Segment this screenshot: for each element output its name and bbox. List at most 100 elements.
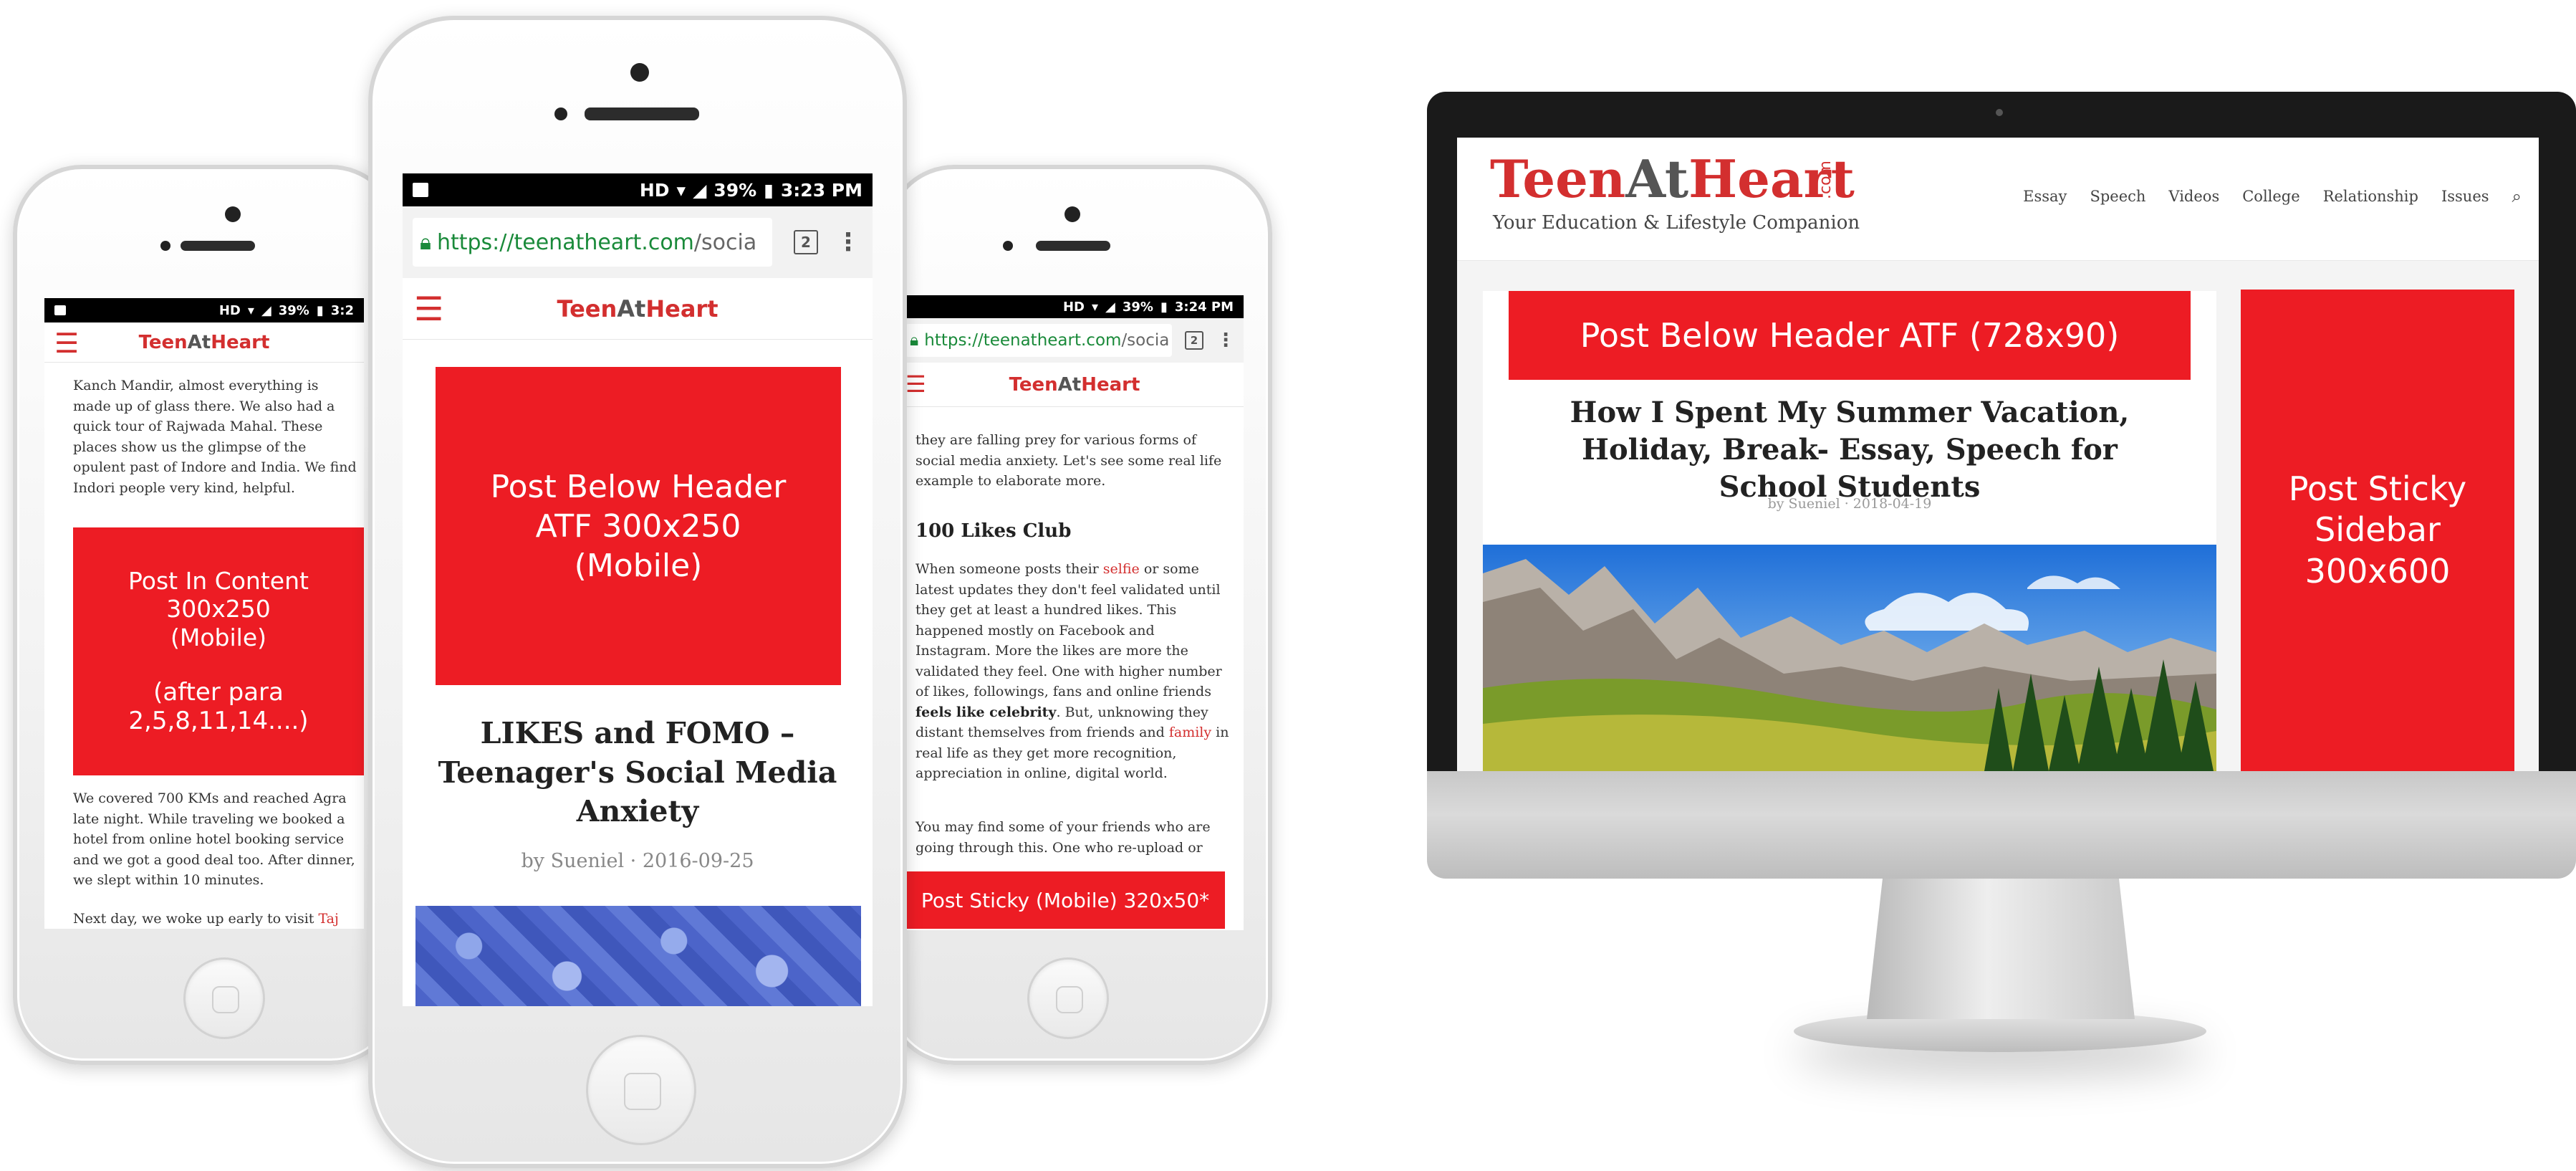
nav-item-college[interactable]: College [2242, 188, 2299, 205]
ad-line: (Mobile) [170, 623, 266, 651]
battery-icon: ▮ [1160, 299, 1168, 315]
monitor-chin [1427, 771, 2576, 879]
lock-icon: 🔒︎ [910, 331, 919, 350]
phone-right-screen: HD ▾ ◢ 39% ▮ 3:24 PM 🔒︎ https://teenathe… [905, 295, 1244, 930]
sticky-sidebar-ad[interactable]: Post Sticky Sidebar 300x600 [2241, 290, 2514, 771]
battery-icon: ▮ [316, 302, 324, 318]
battery-percent: 39% [713, 179, 757, 201]
desktop-header: TeenAtHeart .com Your Education & Lifest… [1457, 138, 2539, 261]
phone-center-sensor [554, 107, 567, 120]
ad-line: ATF 300x250 [535, 507, 741, 545]
article-link[interactable]: Taj [318, 911, 338, 927]
ad-line: Post Below Header [490, 468, 787, 505]
article-paragraph: You may find some of your friends who ar… [915, 819, 1211, 856]
phone-right-sensor [1003, 241, 1013, 251]
battery-icon: ▮ [764, 179, 774, 201]
signal-icon: ◢ [1105, 299, 1115, 315]
more-menu-icon[interactable]: ⋮ [1215, 330, 1236, 351]
site-brand[interactable]: TeenAtHeart [1009, 374, 1140, 396]
article-paragraph: Kanch Mandir, almost everything is made … [73, 378, 357, 496]
nav-item-videos[interactable]: Videos [2168, 188, 2219, 205]
ad-line: 300x250 [166, 595, 271, 623]
status-time: 3:24 PM [1174, 299, 1234, 315]
nav-item-issues[interactable]: Issues [2441, 188, 2489, 205]
below-header-mobile-ad[interactable]: Post Below Header ATF 300x250 (Mobile) [436, 367, 841, 685]
featured-image-mountains [1483, 545, 2216, 771]
ad-line: Sidebar [2315, 510, 2441, 550]
hd-icon: HD [1062, 299, 1085, 315]
article-paragraph: We covered 700 KMs and reached Agra late… [73, 790, 355, 888]
phone-left-camera [225, 206, 241, 222]
ad-line: Post Sticky [2288, 469, 2467, 508]
site-logo[interactable]: TeenAtHeart [1490, 153, 1855, 205]
wifi-icon: ▾ [1091, 299, 1098, 315]
phone-left-screen: HD ▾ ◢ 39% ▮ 3:2 ☰ TeenAtHeart Kanch Man… [44, 298, 364, 929]
desktop-screen: TeenAtHeart .com Your Education & Lifest… [1457, 138, 2539, 771]
phone-right-browser-bar: 🔒︎ https://teenatheart.com/socia 2 ⋮ [905, 318, 1244, 363]
menu-icon[interactable]: ☰ [414, 292, 443, 325]
article-link[interactable]: selfie [1103, 561, 1140, 577]
section-heading: 100 Likes Club [915, 520, 1072, 542]
ad-line: (Mobile) [574, 547, 703, 584]
more-menu-icon[interactable]: ⋮ [834, 228, 862, 257]
nav-item-speech[interactable]: Speech [2090, 188, 2145, 205]
wifi-icon: ▾ [676, 179, 686, 201]
phone-left-status-bar: HD ▾ ◢ 39% ▮ 3:2 [44, 298, 364, 322]
wifi-icon: ▾ [247, 302, 254, 318]
article-paragraph: they are falling prey for various forms … [915, 432, 1222, 489]
phone-right-home-button[interactable] [1027, 957, 1109, 1039]
hd-icon: HD [639, 179, 670, 201]
phone-left-site-header: ☰ TeenAtHeart [44, 322, 364, 363]
phone-right-status-bar: HD ▾ ◢ 39% ▮ 3:24 PM [905, 295, 1244, 318]
image-notification-icon [413, 183, 428, 197]
monitor-stand [1867, 876, 2135, 1019]
logo-com: .com [1817, 161, 1835, 199]
article-title: LIKES and FOMO – Teenager's Social Media… [438, 716, 837, 829]
phone-center-browser-bar: 🔒︎ https://teenatheart.com/socia 2 ⋮ [403, 206, 873, 278]
phone-left-home-button[interactable] [183, 957, 265, 1039]
phone-center-home-button[interactable] [586, 1035, 696, 1145]
below-header-desktop-ad[interactable]: Post Below Header ATF (728x90) [1509, 291, 2191, 380]
phone-center-site-header: ☰ TeenAtHeart [403, 278, 873, 340]
article-link[interactable]: family [1169, 725, 1211, 740]
site-brand[interactable]: TeenAtHeart [139, 332, 270, 353]
sticky-mobile-ad[interactable]: Post Sticky (Mobile) 320x50* [905, 871, 1225, 929]
site-tagline: Your Education & Lifestyle Companion [1493, 212, 1860, 234]
ad-line: (after para 2,5,8,11,14....) [128, 677, 309, 736]
desktop-article-card: Post Below Header ATF (728x90) How I Spe… [1483, 291, 2216, 771]
ad-line: Post In Content [128, 566, 309, 595]
menu-icon[interactable]: ☰ [54, 330, 79, 357]
phone-center-speaker [585, 107, 699, 120]
lock-icon: 🔒︎ [420, 229, 431, 255]
featured-image-likes [415, 906, 861, 1006]
phone-right-camera [1064, 206, 1080, 222]
in-content-ad[interactable]: Post In Content 300x250 (Mobile) (after … [73, 527, 364, 775]
article-paragraph: When someone posts their selfie or some … [915, 561, 1229, 781]
signal-icon: ◢ [261, 302, 271, 318]
article-byline: by Sueniel · 2016-09-25 [521, 850, 754, 872]
phone-left-speaker [181, 241, 255, 251]
desktop-nav: Essay Speech Videos College Relationship… [1984, 186, 2522, 206]
battery-percent: 39% [278, 302, 309, 318]
nav-item-relationship[interactable]: Relationship [2323, 188, 2418, 205]
address-bar[interactable]: 🔒︎ https://teenatheart.com/socia [905, 324, 1172, 357]
status-time: 3:2 [330, 302, 354, 318]
image-notification-icon [54, 305, 66, 315]
tab-switcher-button[interactable]: 2 [1185, 331, 1203, 350]
menu-icon[interactable]: ☰ [905, 373, 926, 396]
nav-item-essay[interactable]: Essay [2023, 188, 2067, 205]
tab-switcher-button[interactable]: 2 [794, 230, 818, 254]
phone-left-sensor [160, 241, 170, 251]
battery-percent: 39% [1122, 299, 1153, 315]
hd-icon: HD [218, 302, 241, 318]
search-icon[interactable]: ⌕ [2512, 186, 2522, 206]
address-bar[interactable]: 🔒︎ https://teenatheart.com/socia [413, 218, 772, 267]
ad-line: 300x600 [2305, 551, 2451, 591]
site-brand[interactable]: TeenAtHeart [557, 295, 719, 322]
phone-center-screen: HD ▾ ◢ 39% ▮ 3:23 PM 🔒︎ https://teenathe… [403, 173, 873, 1006]
status-time: 3:23 PM [780, 179, 862, 201]
monitor-camera [1996, 109, 2003, 116]
phone-right-speaker [1036, 241, 1110, 251]
phone-right-site-header: ☰ TeenAtHeart [905, 363, 1244, 407]
article-byline: by Sueniel · 2018-04-19 [1767, 496, 1932, 512]
